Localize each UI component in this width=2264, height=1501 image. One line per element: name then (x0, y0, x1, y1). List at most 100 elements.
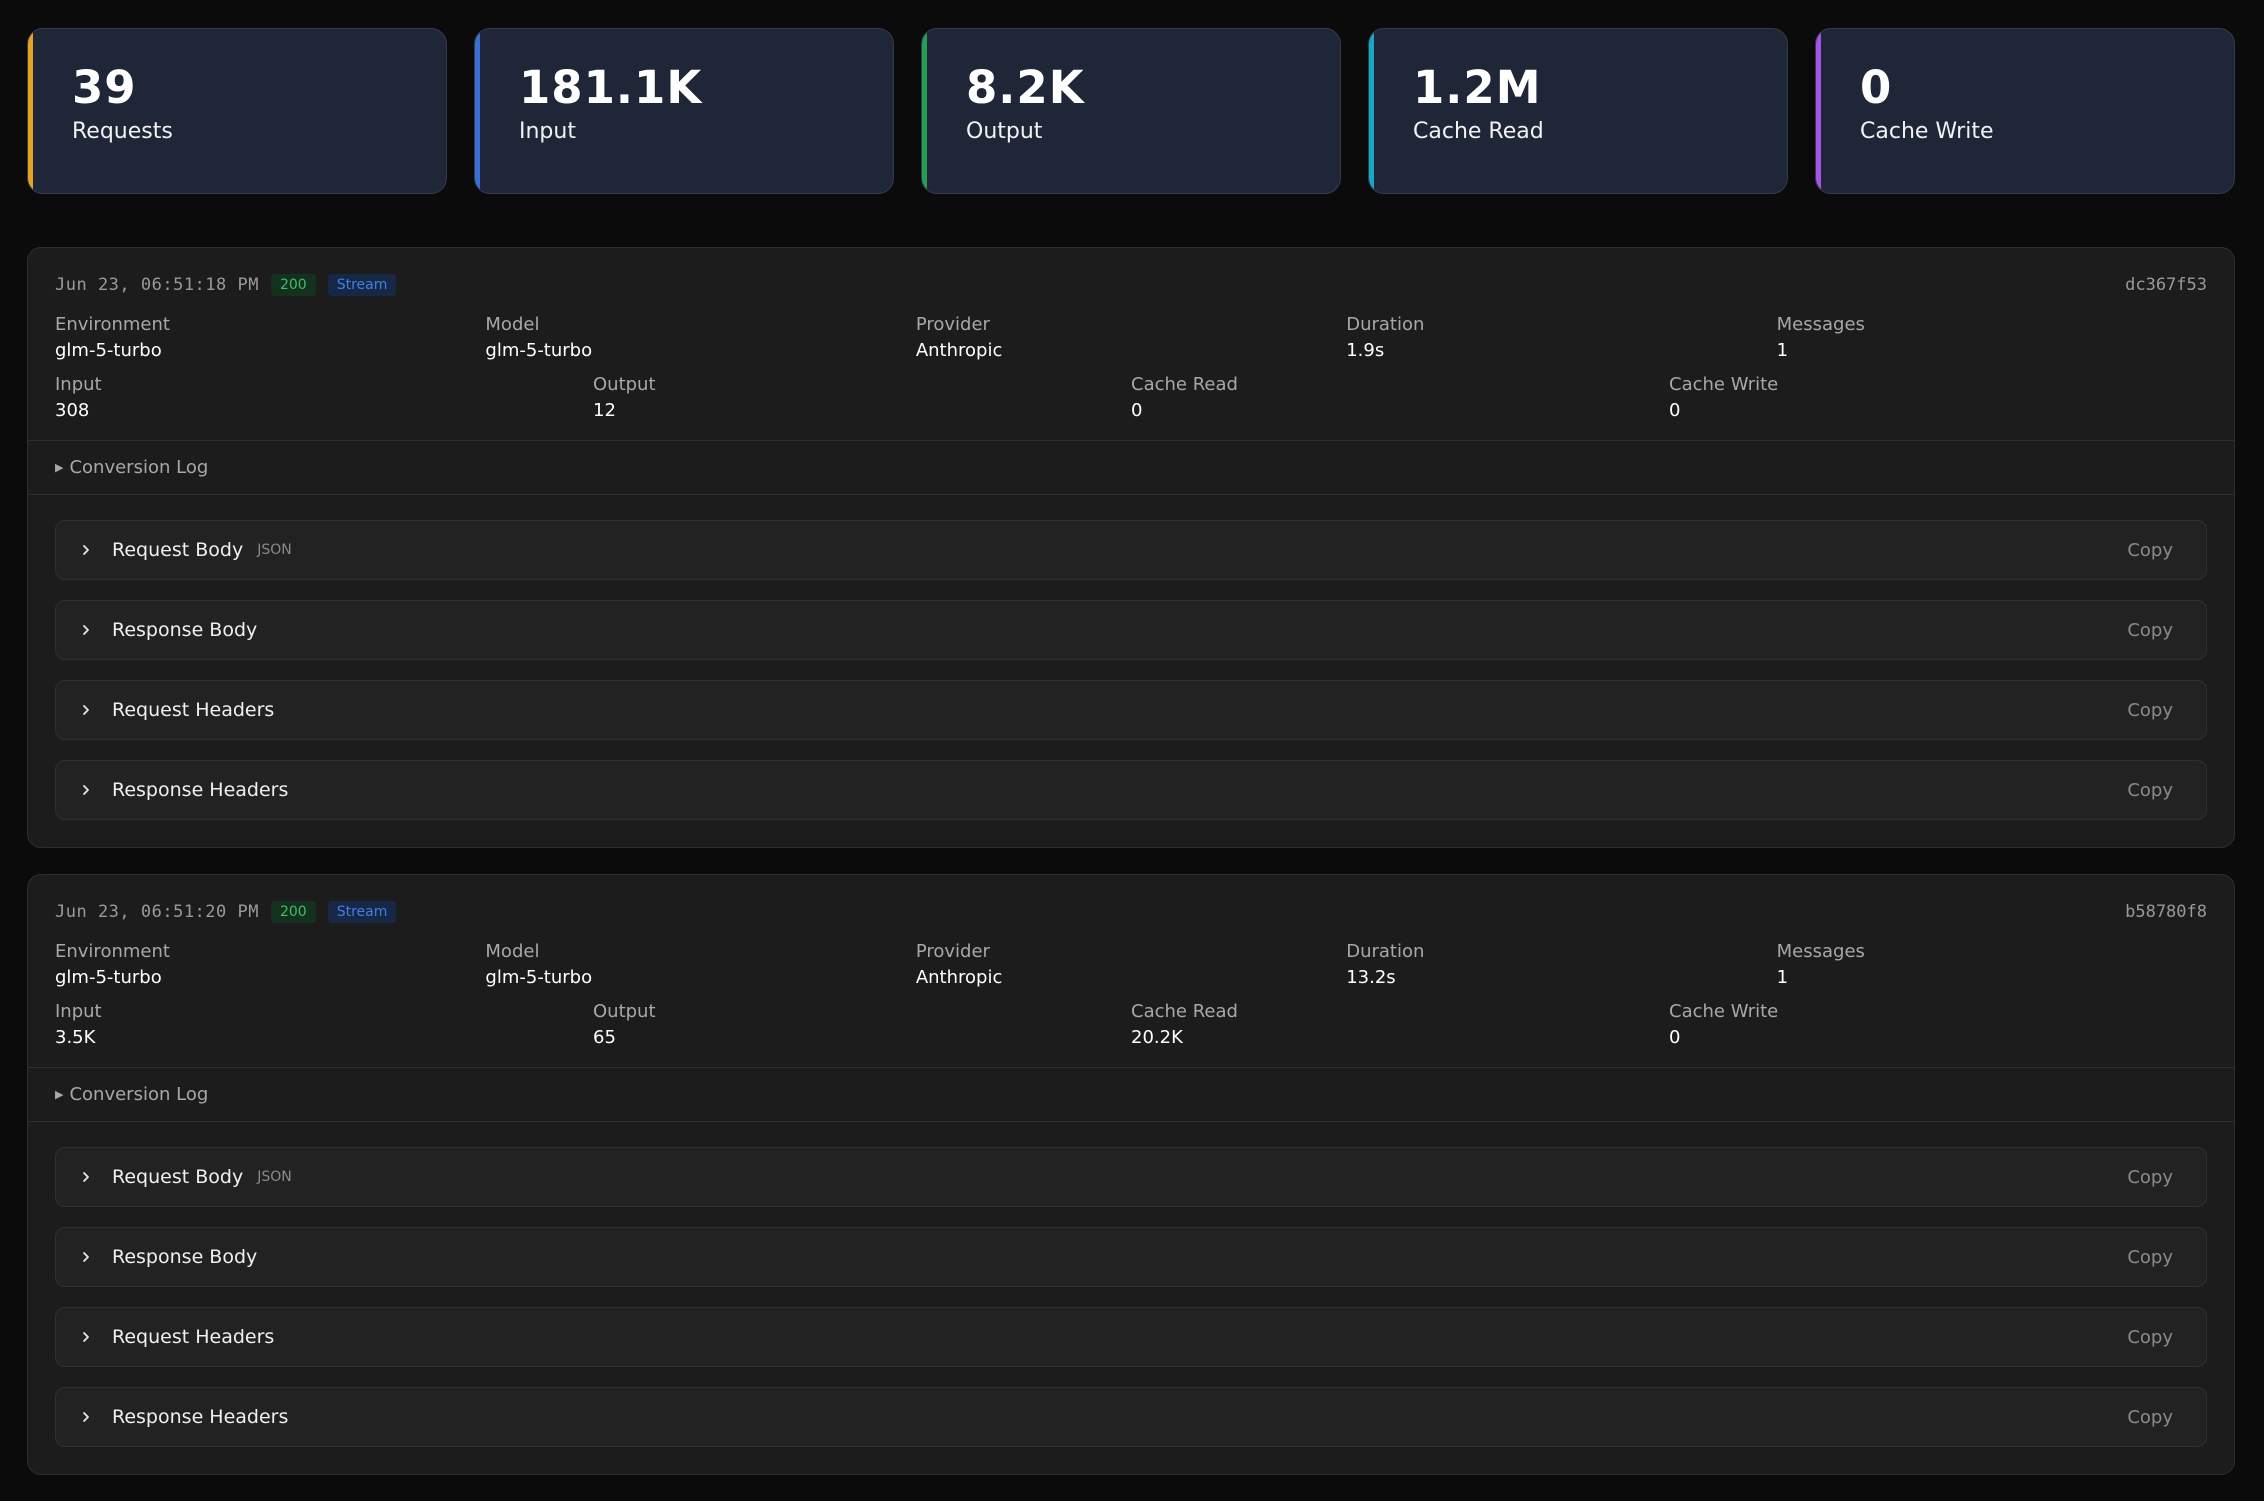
section-response-body[interactable]: Response Body Copy (55, 1227, 2207, 1287)
copy-button[interactable]: Copy (2127, 780, 2173, 801)
field-value: 12 (593, 400, 616, 421)
format-tag: JSON (257, 542, 292, 558)
field-value: glm-5-turbo (55, 340, 162, 361)
field-environment: Environment glm-5-turbo (55, 939, 485, 991)
chevron-right-icon (83, 785, 89, 795)
timestamp: Jun 23, 06:51:20 PM (55, 902, 259, 922)
entry-header: Jun 23, 06:51:20 PM 200 Stream b58780f8 (55, 897, 2207, 927)
request-id: b58780f8 (2125, 902, 2207, 922)
stat-value: 0 (1860, 61, 1893, 114)
section-title: Response Body (112, 1246, 258, 1268)
field-value: 1 (1776, 340, 1789, 361)
field-label: Cache Write (1669, 1001, 1779, 1022)
meta-row: Environment glm-5-turbo Model glm-5-turb… (55, 312, 2207, 364)
field-label: Cache Write (1669, 374, 1779, 395)
field-cache-write: Cache Write 0 (1669, 999, 2207, 1051)
chevron-right-icon (83, 705, 89, 715)
stat-value: 1.2M (1413, 61, 1542, 114)
field-label: Environment (55, 314, 170, 335)
field-messages: Messages 1 (1777, 939, 2207, 991)
token-row: Input 3.5K Output 65 Cache Read 20.2K Ca… (55, 999, 2207, 1051)
entry-summary: Jun 23, 06:51:18 PM 200 Stream dc367f53 … (28, 248, 2234, 441)
field-environment: Environment glm-5-turbo (55, 312, 485, 364)
timestamp: Jun 23, 06:51:18 PM (55, 275, 259, 295)
chevron-right-icon (83, 625, 89, 635)
field-label: Model (485, 941, 540, 962)
stat-card-cache-write: 0 Cache Write (1815, 28, 2235, 194)
stream-badge: Stream (327, 274, 397, 296)
field-input: Input 308 (55, 372, 593, 424)
field-label: Output (593, 374, 656, 395)
meta-row: Environment glm-5-turbo Model glm-5-turb… (55, 939, 2207, 991)
request-log-entry: Jun 23, 06:51:20 PM 200 Stream b58780f8 … (27, 874, 2235, 1475)
section-title: Response Headers (112, 1406, 289, 1428)
entry-summary: Jun 23, 06:51:20 PM 200 Stream b58780f8 … (28, 875, 2234, 1068)
stat-card-output: 8.2K Output (921, 28, 1341, 194)
field-value: 308 (55, 400, 90, 421)
chevron-right-icon (83, 1252, 89, 1262)
section-title: Request Headers (112, 699, 275, 721)
caret-right-icon: ▶ (55, 461, 64, 474)
stat-card-cache-read: 1.2M Cache Read (1368, 28, 1788, 194)
detail-sections: Request Body JSON Copy Response Body Cop… (28, 1122, 2234, 1447)
field-output: Output 65 (593, 999, 1131, 1051)
copy-button[interactable]: Copy (2127, 1247, 2173, 1268)
copy-button[interactable]: Copy (2127, 1407, 2173, 1428)
field-value: 20.2K (1131, 1027, 1183, 1048)
field-output: Output 12 (593, 372, 1131, 424)
conversion-log-toggle[interactable]: ▶ Conversion Log (28, 441, 2234, 495)
field-input: Input 3.5K (55, 999, 593, 1051)
section-response-headers[interactable]: Response Headers Copy (55, 1387, 2207, 1447)
token-row: Input 308 Output 12 Cache Read 0 Cache W… (55, 372, 2207, 424)
copy-button[interactable]: Copy (2127, 620, 2173, 641)
section-request-body[interactable]: Request Body JSON Copy (55, 520, 2207, 580)
field-value: 65 (593, 1027, 616, 1048)
field-value: Anthropic (915, 340, 1003, 361)
field-label: Input (55, 1001, 102, 1022)
field-cache-write: Cache Write 0 (1669, 372, 2207, 424)
conversion-log-label: Conversion Log (69, 1084, 209, 1105)
chevron-right-icon (83, 1332, 89, 1342)
copy-button[interactable]: Copy (2127, 1167, 2173, 1188)
request-id: dc367f53 (2125, 275, 2207, 295)
chevron-right-icon (83, 1172, 89, 1182)
field-model: Model glm-5-turbo (485, 312, 915, 364)
copy-button[interactable]: Copy (2127, 1327, 2173, 1348)
stat-value: 8.2K (966, 61, 1085, 114)
field-value: 3.5K (55, 1027, 96, 1048)
format-tag: JSON (257, 1169, 292, 1185)
field-value: 0 (1131, 400, 1143, 421)
field-value: 1.9s (1346, 340, 1385, 361)
stat-label: Cache Read (1413, 118, 1544, 144)
stats-bar: 39 Requests 181.1K Input 8.2K Output 1.2… (27, 28, 2235, 194)
field-messages: Messages 1 (1777, 312, 2207, 364)
conversion-log-toggle[interactable]: ▶ Conversion Log (28, 1068, 2234, 1122)
section-title: Request Headers (112, 1326, 275, 1348)
conversion-log-label: Conversion Log (69, 457, 209, 478)
field-label: Input (55, 374, 102, 395)
field-label: Environment (55, 941, 170, 962)
section-request-headers[interactable]: Request Headers Copy (55, 1307, 2207, 1367)
chevron-right-icon (83, 545, 89, 555)
stream-badge: Stream (327, 901, 397, 923)
field-label: Messages (1776, 941, 1865, 962)
status-badge: 200 (270, 901, 316, 923)
section-response-headers[interactable]: Response Headers Copy (55, 760, 2207, 820)
detail-sections: Request Body JSON Copy Response Body Cop… (28, 495, 2234, 820)
field-label: Duration (1346, 314, 1425, 335)
copy-button[interactable]: Copy (2127, 700, 2173, 721)
field-label: Duration (1346, 941, 1425, 962)
field-value: Anthropic (915, 967, 1003, 988)
section-response-body[interactable]: Response Body Copy (55, 600, 2207, 660)
stat-label: Requests (72, 118, 173, 144)
stat-label: Input (519, 118, 576, 144)
section-title: Request Body (112, 1166, 244, 1188)
field-value: 0 (1669, 1027, 1681, 1048)
field-provider: Provider Anthropic (916, 939, 1346, 991)
field-cache-read: Cache Read 0 (1131, 372, 1669, 424)
section-request-headers[interactable]: Request Headers Copy (55, 680, 2207, 740)
stat-label: Output (966, 118, 1043, 144)
copy-button[interactable]: Copy (2127, 540, 2173, 561)
section-request-body[interactable]: Request Body JSON Copy (55, 1147, 2207, 1207)
stat-card-requests: 39 Requests (27, 28, 447, 194)
